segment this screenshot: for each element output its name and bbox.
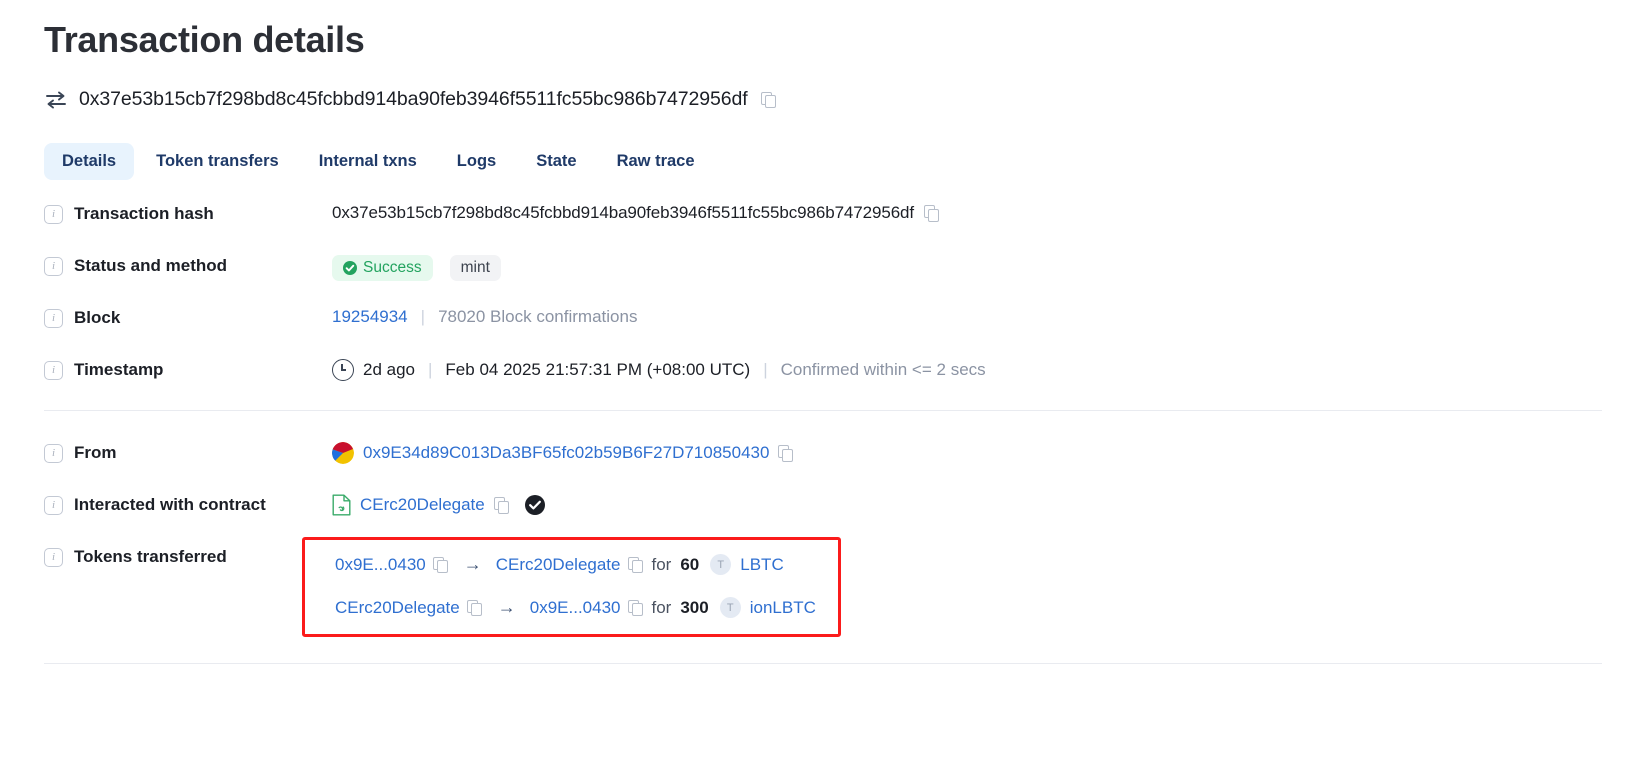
for-label: for (651, 597, 672, 617)
token-symbol-link[interactable]: ionLBTC (750, 598, 816, 618)
divider-pipe: | (428, 360, 433, 380)
block-confirmations: 78020 Block confirmations (438, 307, 638, 327)
label-text: Block (74, 308, 121, 328)
contract-name-link[interactable]: CErc20Delegate (360, 495, 485, 515)
info-icon[interactable]: i (44, 495, 63, 515)
row-label-tokens-transferred: i Tokens transferred (44, 545, 332, 567)
row-tokens-transferred: i Tokens transferred 0x9E...0430 → CErc2… (44, 537, 1602, 638)
from-address-link[interactable]: 0x9E34d89C013Da3BF65fc02b59B6F27D7108504… (363, 443, 769, 463)
section-divider (44, 410, 1602, 412)
info-icon[interactable]: i (44, 204, 63, 224)
token-transfer-row: 0x9E...0430 → CErc20Delegate for 60 T LB… (335, 554, 816, 576)
swap-arrows-icon (44, 90, 68, 110)
info-icon[interactable]: i (44, 547, 63, 567)
label-text: Timestamp (74, 360, 164, 380)
status-text: Success (363, 259, 422, 277)
row-label-contract: i Interacted with contract (44, 493, 332, 515)
token-icon: T (719, 597, 741, 619)
tab-details[interactable]: Details (44, 143, 135, 181)
for-label: for (651, 554, 672, 574)
transfer-from-link[interactable]: CErc20Delegate (335, 598, 460, 618)
status-badge: Success (332, 255, 433, 282)
row-label-timestamp: i Timestamp (44, 358, 332, 380)
row-status-and-method: i Status and method Success mint (44, 254, 1602, 284)
token-transfer-row: CErc20Delegate → 0x9E...0430 for 300 T i… (335, 597, 816, 619)
transfer-to-link[interactable]: 0x9E...0430 (530, 598, 621, 618)
transfer-amount: 60 (680, 554, 700, 574)
tab-internal-txns[interactable]: Internal txns (301, 143, 435, 180)
tab-raw-trace[interactable]: Raw trace (599, 143, 713, 180)
avatar (332, 442, 354, 465)
label-text: Tokens transferred (74, 547, 227, 567)
transfer-to-link[interactable]: CErc20Delegate (496, 555, 621, 575)
timestamp-absolute: Feb 04 2025 21:57:31 PM (+08:00 UTC) (445, 360, 751, 380)
row-interacted-with-contract: i Interacted with contract CErc20Delegat… (44, 493, 1602, 523)
method-badge: mint (449, 255, 501, 282)
copy-icon[interactable] (778, 445, 794, 462)
copy-icon[interactable] (924, 205, 940, 222)
copy-icon[interactable] (627, 556, 643, 574)
row-timestamp: i Timestamp 2d ago | Feb 04 2025 21:57:3… (44, 358, 1602, 388)
copy-icon[interactable] (466, 599, 482, 617)
row-label-transaction-hash: i Transaction hash (44, 202, 332, 224)
label-text: Transaction hash (74, 204, 214, 224)
tab-bar: Details Token transfers Internal txns Lo… (44, 143, 1602, 181)
transfer-from-link[interactable]: 0x9E...0430 (335, 555, 426, 575)
row-value-from: 0x9E34d89C013Da3BF65fc02b59B6F27D7108504… (332, 441, 795, 465)
row-transaction-hash: i Transaction hash 0x37e53b15cb7f298bd8c… (44, 202, 1602, 232)
timestamp-relative: 2d ago (363, 360, 415, 380)
copy-icon[interactable] (493, 497, 509, 514)
transaction-hash-value: 0x37e53b15cb7f298bd8c45fcbbd914ba90feb39… (332, 203, 915, 223)
row-value-transaction-hash: 0x37e53b15cb7f298bd8c45fcbbd914ba90feb39… (332, 202, 941, 223)
info-icon[interactable]: i (44, 360, 63, 380)
tokens-transferred-highlight-box: 0x9E...0430 → CErc20Delegate for 60 T LB… (302, 537, 841, 638)
token-symbol-link[interactable]: LBTC (740, 555, 783, 575)
transfer-amount: 300 (680, 597, 709, 617)
copy-icon[interactable] (627, 599, 643, 617)
check-circle-icon (343, 261, 357, 276)
timestamp-confirmed-within: Confirmed within <= 2 secs (780, 360, 986, 380)
tab-token-transfers[interactable]: Token transfers (138, 143, 297, 180)
info-icon[interactable]: i (44, 256, 63, 276)
row-from: i From 0x9E34d89C013Da3BF65fc02b59B6F27D… (44, 441, 1602, 471)
row-block: i Block 19254934 | 78020 Block confirmat… (44, 306, 1602, 336)
info-icon[interactable]: i (44, 443, 63, 463)
details-list: i Transaction hash 0x37e53b15cb7f298bd8c… (44, 202, 1602, 665)
clock-icon (332, 359, 354, 382)
row-value-contract: CErc20Delegate (332, 493, 545, 516)
block-number-link[interactable]: 19254934 (332, 307, 408, 327)
copy-icon[interactable] (760, 91, 776, 109)
transaction-details-page: Transaction details 0x37e53b15cb7f298bd8… (0, 0, 1646, 665)
label-text: Status and method (74, 256, 228, 276)
arrow-right-icon: → (497, 597, 516, 618)
header-hash-text: 0x37e53b15cb7f298bd8c45fcbbd914ba90feb39… (79, 88, 748, 111)
arrow-right-icon: → (463, 554, 482, 575)
row-label-status: i Status and method (44, 254, 332, 276)
contract-document-icon (332, 494, 351, 516)
page-title: Transaction details (44, 19, 365, 60)
copy-icon[interactable] (432, 556, 448, 574)
row-value-block: 19254934 | 78020 Block confirmations (332, 306, 637, 327)
label-text: Interacted with contract (74, 495, 266, 515)
row-label-block: i Block (44, 306, 332, 328)
row-value-tokens-transferred: 0x9E...0430 → CErc20Delegate for 60 T LB… (302, 537, 841, 638)
tab-logs[interactable]: Logs (439, 143, 514, 180)
label-text: From (74, 443, 117, 463)
transaction-hash-header: 0x37e53b15cb7f298bd8c45fcbbd914ba90feb39… (44, 88, 1602, 111)
divider-pipe: | (420, 307, 426, 327)
row-value-timestamp: 2d ago | Feb 04 2025 21:57:31 PM (+08:00… (332, 358, 986, 382)
bottom-divider (44, 663, 1602, 665)
info-icon[interactable]: i (44, 308, 63, 328)
tab-state[interactable]: State (518, 143, 594, 180)
token-icon: T (710, 554, 732, 576)
row-label-from: i From (44, 441, 332, 463)
divider-pipe: | (763, 360, 768, 380)
row-value-status: Success mint (332, 254, 501, 282)
verified-check-icon (524, 495, 545, 516)
